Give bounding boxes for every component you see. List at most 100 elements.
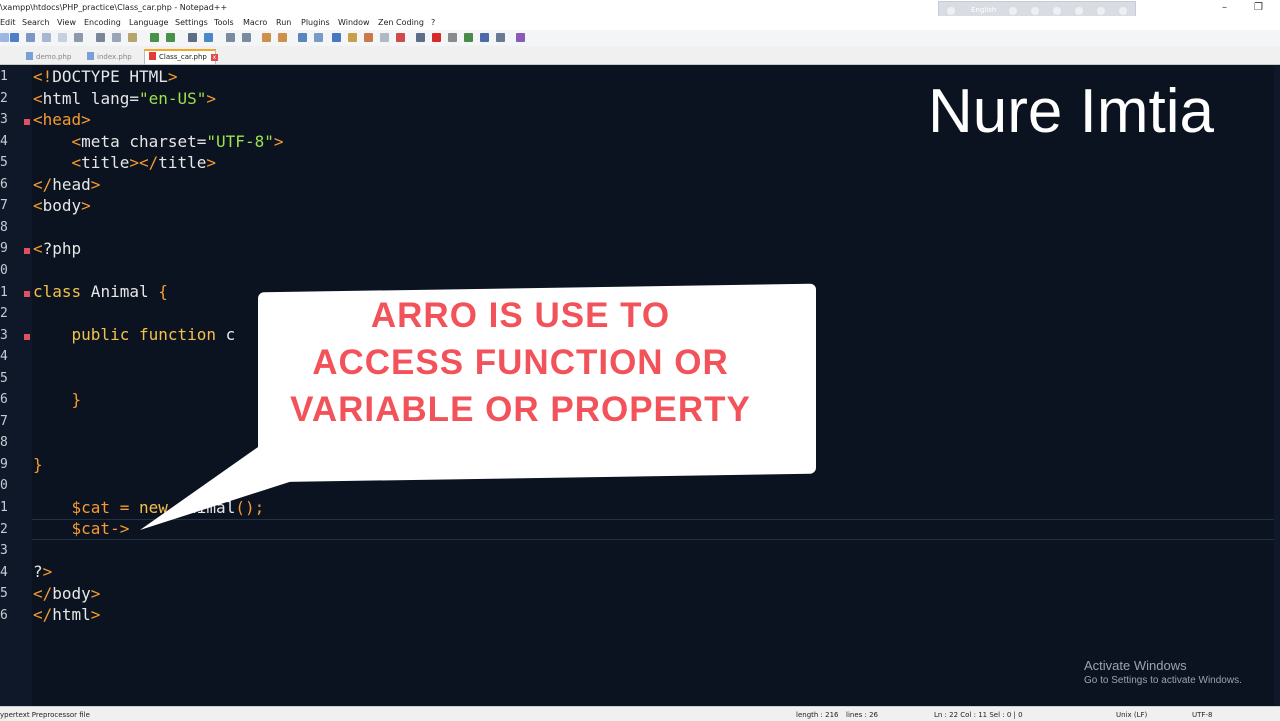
- tab-class-car-php[interactable]: Class_car.php x: [144, 49, 218, 64]
- menu-item-help[interactable]: ?: [431, 18, 435, 27]
- copy-icon[interactable]: [112, 33, 121, 42]
- status-eol[interactable]: Unix (LF): [1116, 711, 1147, 719]
- status-file-type: ypertext Preprocessor file: [0, 711, 90, 719]
- cut-icon[interactable]: [96, 33, 105, 42]
- stop-icon[interactable]: [448, 33, 457, 42]
- line-number: 7: [0, 413, 8, 429]
- folder-workspace-icon[interactable]: [380, 33, 389, 42]
- clock-icon: [1119, 7, 1127, 15]
- menu-item-encoding[interactable]: Encoding: [84, 18, 121, 27]
- tab-hidden[interactable]: [0, 50, 22, 64]
- menu-item-tools[interactable]: Tools: [214, 18, 234, 27]
- find-icon[interactable]: [188, 33, 197, 42]
- code-line: }: [33, 455, 43, 474]
- menu-item-window[interactable]: Window: [338, 18, 370, 27]
- play-icon[interactable]: [464, 33, 473, 42]
- line-number: 1: [0, 500, 8, 515]
- fold-marker[interactable]: [24, 334, 30, 340]
- line-number: 8: [0, 219, 8, 235]
- all-chars-icon[interactable]: [314, 33, 323, 42]
- menu-item-macro[interactable]: Macro: [243, 18, 267, 27]
- line-number: 6: [0, 607, 8, 623]
- callout-line-2: ACCESS FUNCTION OR: [312, 343, 729, 382]
- code-line: <!DOCTYPE HTML>: [33, 67, 178, 86]
- monitor-icon[interactable]: [396, 33, 405, 42]
- menu-item-search[interactable]: Search: [22, 18, 49, 27]
- sync-v-icon[interactable]: [262, 33, 271, 42]
- line-number: 9: [0, 456, 8, 472]
- code-line: <head>: [33, 110, 91, 129]
- print-icon[interactable]: [74, 33, 83, 42]
- line-number: 2: [0, 306, 8, 322]
- status-length: length : 216: [796, 711, 839, 719]
- restore-icon[interactable]: ❐: [1254, 2, 1263, 13]
- replace-icon[interactable]: [204, 33, 213, 42]
- fold-marker[interactable]: [24, 291, 30, 297]
- line-number: 5: [0, 155, 8, 171]
- spellcheck-icon[interactable]: [516, 33, 525, 42]
- minimize-icon[interactable]: –: [1222, 2, 1227, 13]
- menu-item-plugins[interactable]: Plugins: [301, 18, 330, 27]
- line-number: 6: [0, 392, 8, 408]
- status-bar: ypertext Preprocessor file length : 216 …: [0, 706, 1280, 721]
- doc-map-icon[interactable]: [348, 33, 357, 42]
- save-icon[interactable]: [26, 33, 35, 42]
- paste-icon[interactable]: [128, 33, 137, 42]
- language-indicator[interactable]: English: [971, 6, 996, 14]
- save-all-icon[interactable]: [42, 33, 51, 42]
- line-number: 2: [0, 90, 8, 106]
- sync-h-icon[interactable]: [278, 33, 287, 42]
- title-bar: \xampp\htdocs\PHP_practice\Class_car.php…: [0, 0, 1280, 21]
- code-line: <title></title>: [71, 153, 217, 172]
- status-position: Ln : 22 Col : 11 Sel : 0 | 0: [934, 711, 1023, 719]
- menu-item-edit[interactable]: Edit: [0, 18, 16, 27]
- close-file-icon[interactable]: [58, 33, 67, 42]
- tab-label: Class_car.php: [159, 53, 207, 61]
- close-tab-icon[interactable]: x: [210, 54, 218, 61]
- function-list-icon[interactable]: [364, 33, 373, 42]
- menu-item-language[interactable]: Language: [129, 18, 168, 27]
- file-icon: [149, 52, 156, 60]
- word-wrap-icon[interactable]: [298, 33, 307, 42]
- code-line: </html>: [33, 605, 101, 624]
- menu-item-view[interactable]: View: [57, 18, 76, 27]
- play-multiple-icon[interactable]: [480, 33, 489, 42]
- tab-label: demo.php: [36, 53, 72, 61]
- line-number: 6: [0, 176, 8, 192]
- code-line: ?>: [33, 562, 53, 581]
- fold-marker[interactable]: [24, 119, 30, 125]
- zoom-out-icon[interactable]: [242, 33, 251, 42]
- open-file-icon[interactable]: [10, 33, 19, 42]
- ime-icon: [947, 7, 955, 15]
- save-macro-icon[interactable]: [496, 33, 505, 42]
- menu-item-zen-coding[interactable]: Zen Coding: [378, 18, 424, 27]
- code-line: $cat->: [71, 519, 130, 538]
- line-number: 4: [0, 564, 8, 580]
- fold-marker[interactable]: [24, 248, 30, 254]
- tab-demo-php[interactable]: demo.php: [22, 50, 82, 64]
- menu-item-run[interactable]: Run: [276, 18, 291, 27]
- menu-item-settings[interactable]: Settings: [175, 18, 208, 27]
- undo-icon[interactable]: [150, 33, 159, 42]
- window-title: \xampp\htdocs\PHP_practice\Class_car.php…: [0, 3, 228, 12]
- code-line: </body>: [33, 584, 101, 603]
- tab-bar: demo.php index.php Class_car.php x: [0, 46, 1280, 65]
- help-icon: [1097, 7, 1105, 15]
- status-encoding[interactable]: UTF-8: [1192, 711, 1212, 719]
- vertical-scrollbar[interactable]: [1274, 66, 1280, 706]
- code-line: <body>: [33, 196, 91, 215]
- zoom-in-icon[interactable]: [226, 33, 235, 42]
- record-macro-icon[interactable]: [416, 33, 425, 42]
- line-number: 5: [0, 586, 8, 602]
- redo-icon[interactable]: [166, 33, 175, 42]
- indent-guide-icon[interactable]: [332, 33, 341, 42]
- tab-label: index.php: [97, 53, 132, 61]
- line-number: 5: [0, 370, 8, 386]
- line-number: 4: [0, 133, 8, 149]
- pen-icon: [1075, 7, 1083, 15]
- person-icon: [1031, 7, 1039, 15]
- code-line: <meta charset="UTF-8">: [71, 132, 284, 151]
- tab-index-php[interactable]: index.php: [83, 50, 143, 64]
- new-file-icon[interactable]: [0, 33, 9, 42]
- record-icon[interactable]: [432, 33, 441, 42]
